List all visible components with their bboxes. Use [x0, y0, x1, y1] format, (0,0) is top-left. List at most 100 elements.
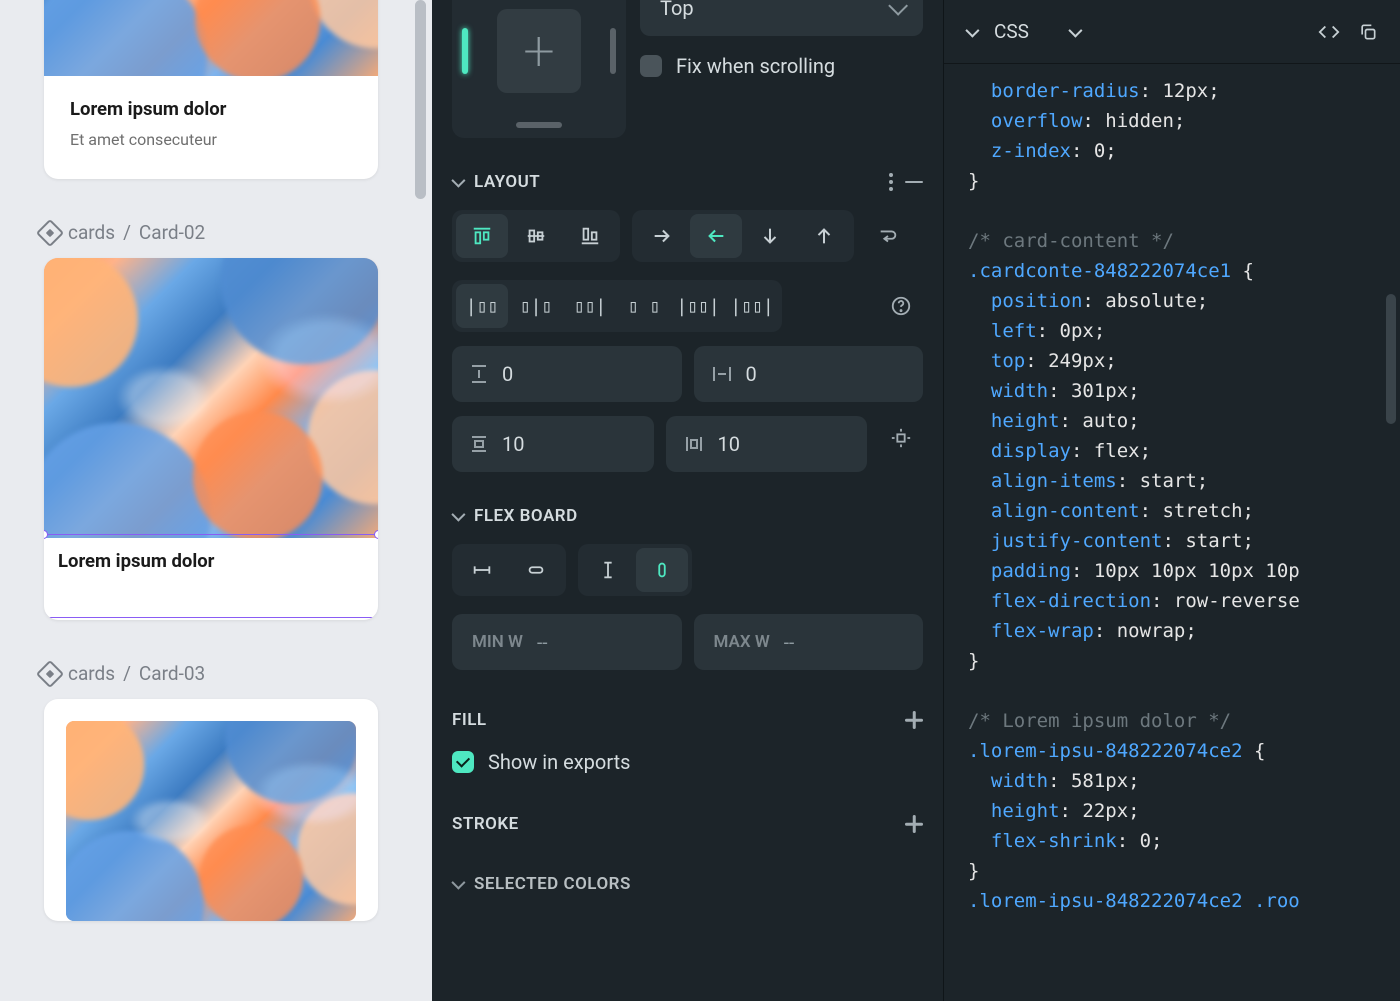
dir-left-button[interactable]: [690, 214, 742, 258]
selected-colors-section-header[interactable]: SELECTED COLORS: [452, 874, 923, 894]
pad-v-icon: [470, 434, 488, 454]
align-start-button[interactable]: [456, 214, 508, 258]
add-fill-button[interactable]: [905, 711, 923, 729]
pad-individual-button[interactable]: [879, 416, 923, 460]
max-width-value: --: [784, 631, 795, 654]
card-01[interactable]: Lorem ipsum dolor Et amet consecuteur: [44, 0, 378, 179]
flexboard-section-header[interactable]: FLEX BOARD: [452, 506, 923, 526]
chevron-down-icon: [451, 174, 465, 188]
min-width-input[interactable]: MIN W --: [452, 614, 682, 670]
code-scrollbar[interactable]: [1386, 294, 1396, 424]
align-items-segment: [452, 210, 620, 262]
position-anchor-grid[interactable]: +: [452, 0, 626, 138]
max-width-label: MAX W: [714, 632, 770, 652]
width-fill-button[interactable]: [510, 548, 562, 592]
card-image: [66, 721, 356, 921]
col-gap-input[interactable]: 0: [694, 346, 924, 402]
row-gap-value: 0: [502, 362, 513, 386]
pad-h-icon: [684, 435, 704, 453]
wrap-button[interactable]: [866, 214, 910, 258]
anchor-select[interactable]: Top: [640, 0, 923, 36]
pad-v-input[interactable]: 10: [452, 416, 654, 472]
height-fixed-button[interactable]: [582, 548, 634, 592]
width-fixed-button[interactable]: [456, 548, 508, 592]
remove-icon[interactable]: [905, 181, 923, 184]
breadcrumb-name: Card-02: [139, 221, 205, 244]
justify-evenly-button[interactable]: |▯▯|: [726, 284, 778, 328]
breadcrumb-prefix: cards: [68, 221, 115, 244]
align-end-button[interactable]: [564, 214, 616, 258]
max-width-input[interactable]: MAX W --: [694, 614, 924, 670]
chevron-down-icon: [451, 508, 465, 522]
language-value: CSS: [994, 20, 1029, 43]
chevron-down-icon: [451, 876, 465, 890]
justify-end-button[interactable]: ▯▯|: [564, 284, 616, 328]
stroke-section-header[interactable]: STROKE: [452, 814, 923, 834]
section-title: SELECTED COLORS: [474, 874, 631, 894]
align-center-button[interactable]: [510, 214, 562, 258]
section-title: FLEX BOARD: [474, 506, 578, 526]
col-gap-value: 0: [746, 362, 757, 386]
selection-outline: [44, 534, 378, 618]
collapse-code-button[interactable]: [966, 27, 976, 37]
card-title: Lorem ipsum dolor: [58, 550, 364, 572]
direction-segment: [632, 210, 854, 262]
justify-between-button[interactable]: ▯ ▯: [618, 284, 670, 328]
help-icon[interactable]: [879, 284, 923, 328]
canvas[interactable]: Lorem ipsum dolor Et amet consecuteur ca…: [0, 0, 432, 1001]
fix-scroll-label: Fix when scrolling: [676, 54, 835, 78]
component-icon: [36, 218, 64, 246]
card-breadcrumb[interactable]: cards / Card-02: [40, 221, 432, 244]
anchor-right[interactable]: [610, 28, 616, 74]
breadcrumb-sep: /: [123, 221, 131, 244]
add-stroke-button[interactable]: [905, 815, 923, 833]
show-exports-label: Show in exports: [488, 750, 630, 774]
code-panel: CSS border-radius: 12px; overflow: hidde…: [944, 0, 1400, 1001]
card-subtitle: Et amet consecuteur: [70, 130, 352, 149]
justify-start-button[interactable]: |▯▯: [456, 284, 508, 328]
justify-center-button[interactable]: ▯|▯: [510, 284, 562, 328]
canvas-scrollbar[interactable]: [415, 0, 426, 199]
breadcrumb-sep: /: [123, 662, 131, 685]
inspector-panel: + Top Fix when scrolling LAYOUT: [432, 0, 944, 1001]
row-gap-input[interactable]: 0: [452, 346, 682, 402]
card-breadcrumb[interactable]: cards / Card-03: [40, 662, 432, 685]
row-gap-icon: [470, 364, 488, 384]
anchor-center[interactable]: +: [497, 9, 581, 93]
chevron-down-icon: [888, 0, 908, 16]
min-width-label: MIN W: [472, 632, 523, 652]
dir-right-button[interactable]: [636, 214, 688, 258]
layout-section-header[interactable]: LAYOUT: [452, 172, 923, 192]
breadcrumb-prefix: cards: [68, 662, 115, 685]
anchor-left[interactable]: [462, 28, 468, 74]
card-title: Lorem ipsum dolor: [70, 98, 352, 120]
fill-section-header[interactable]: FILL: [452, 710, 923, 730]
section-title: FILL: [452, 710, 487, 730]
more-icon[interactable]: [889, 173, 893, 191]
pad-h-value: 10: [718, 432, 740, 456]
card-image: [44, 258, 378, 538]
pad-h-input[interactable]: 10: [666, 416, 868, 472]
pad-v-value: 10: [502, 432, 524, 456]
min-width-value: --: [537, 631, 548, 654]
copy-icon[interactable]: [1358, 22, 1378, 42]
col-gap-icon: [712, 365, 732, 383]
language-select[interactable]: CSS: [994, 20, 1079, 43]
height-mode-segment: [578, 544, 692, 596]
dir-up-button[interactable]: [798, 214, 850, 258]
component-icon: [36, 659, 64, 687]
card-image: [44, 0, 378, 76]
code-view-icon[interactable]: [1318, 21, 1340, 43]
code-body[interactable]: border-radius: 12px; overflow: hidden; z…: [944, 64, 1400, 1001]
fix-scroll-checkbox[interactable]: [640, 55, 662, 77]
dir-down-button[interactable]: [744, 214, 796, 258]
justify-segment: |▯▯ ▯|▯ ▯▯| ▯ ▯ |▯▯| |▯▯|: [452, 280, 782, 332]
height-fill-button[interactable]: [636, 548, 688, 592]
anchor-select-value: Top: [660, 0, 694, 20]
section-title: LAYOUT: [474, 172, 540, 192]
card-02[interactable]: Lorem ipsum dolor: [44, 258, 378, 620]
justify-around-button[interactable]: |▯▯|: [672, 284, 724, 328]
show-exports-checkbox[interactable]: [452, 751, 474, 773]
anchor-bottom[interactable]: [516, 122, 562, 128]
card-03[interactable]: [44, 699, 378, 921]
